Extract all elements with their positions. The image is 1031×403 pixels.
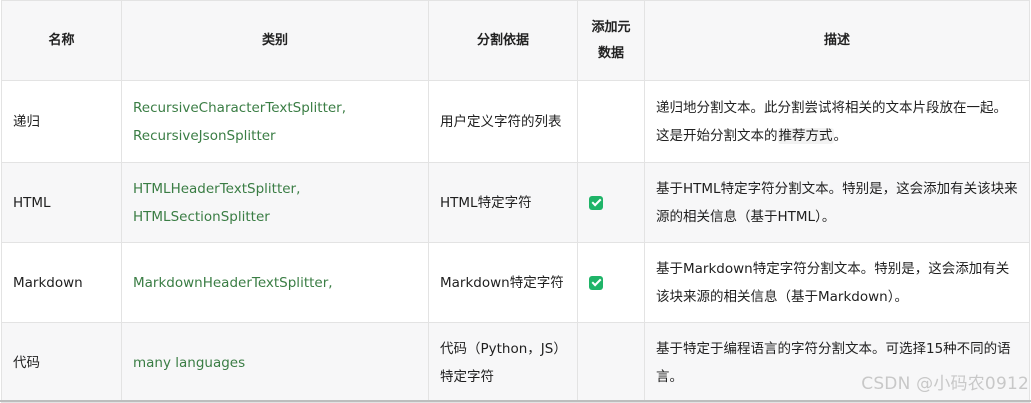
category-link[interactable]: HTMLSectionSplitter [133,209,270,225]
cell-category: HTMLHeaderTextSplitter, HTMLSectionSplit… [121,162,429,243]
category-link[interactable]: RecursiveCharacterTextSplitter [133,100,342,116]
table-row: Markdown MarkdownHeaderTextSplitter, Mar… [1,242,1030,323]
link-separator: , [328,274,333,291]
table-row: HTML HTMLHeaderTextSplitter, HTMLSection… [1,162,1030,243]
header-add-metadata-line2: 数据 [597,45,624,61]
description-code: 推荐方式 [777,127,834,144]
cell-description: 递归地分割文本。此分割尝试将相关的文本片段放在一起。这是开始分割文本的推荐方式。 [644,80,1030,163]
category-link[interactable]: MarkdownHeaderTextSplitter [133,275,328,291]
category-link[interactable]: HTMLHeaderTextSplitter [133,181,296,197]
cell-name: 代码 [1,322,122,403]
cell-split-basis: 用户定义字符的列表 [428,80,578,163]
cell-description: 基于HTML特定字符分割文本。特别是，这会添加有关该块来源的相关信息（基于HTM… [644,162,1030,243]
description-text-end: 。 [833,127,848,144]
header-category: 类别 [121,0,429,81]
cell-split-basis: 代码（Python，JS）特定字符 [428,322,578,403]
cell-add-metadata [577,322,645,403]
cell-description: 基于Markdown特定字符分割文本。特别是，这会添加有关该块来源的相关信息（基… [644,242,1030,323]
text-splitters-table: 名称 类别 分割依据 添加元 数据 描述 递归 RecursiveCharact… [1,0,1030,403]
checkbox-checked-icon [589,275,603,290]
category-link[interactable]: many languages [133,355,245,371]
checkbox-checked-icon [589,195,603,210]
cell-split-basis: HTML特定字符 [428,162,578,243]
table-row: 递归 RecursiveCharacterTextSplitter, Recur… [1,80,1030,163]
link-separator: , [296,180,301,197]
header-name: 名称 [1,0,122,81]
watermark: CSDN @小码农0912 [861,374,1029,394]
cell-add-metadata [577,162,645,243]
cell-category: many languages [121,322,429,403]
header-description: 描述 [644,0,1030,81]
header-split-basis: 分割依据 [428,0,578,81]
cell-add-metadata [577,242,645,323]
cell-category: MarkdownHeaderTextSplitter, [121,242,429,323]
cell-name: 递归 [1,80,122,163]
header-add-metadata: 添加元 数据 [577,0,645,81]
cell-name: Markdown [1,242,122,323]
header-add-metadata-line1: 添加元 [591,19,631,35]
table-header-row: 名称 类别 分割依据 添加元 数据 描述 [1,0,1030,81]
cell-split-basis: Markdown特定字符 [428,242,578,323]
cell-add-metadata [577,80,645,163]
cell-name: HTML [1,162,122,243]
cell-category: RecursiveCharacterTextSplitter, Recursiv… [121,80,429,163]
category-link[interactable]: RecursiveJsonSplitter [133,128,276,144]
link-separator: , [341,99,347,116]
